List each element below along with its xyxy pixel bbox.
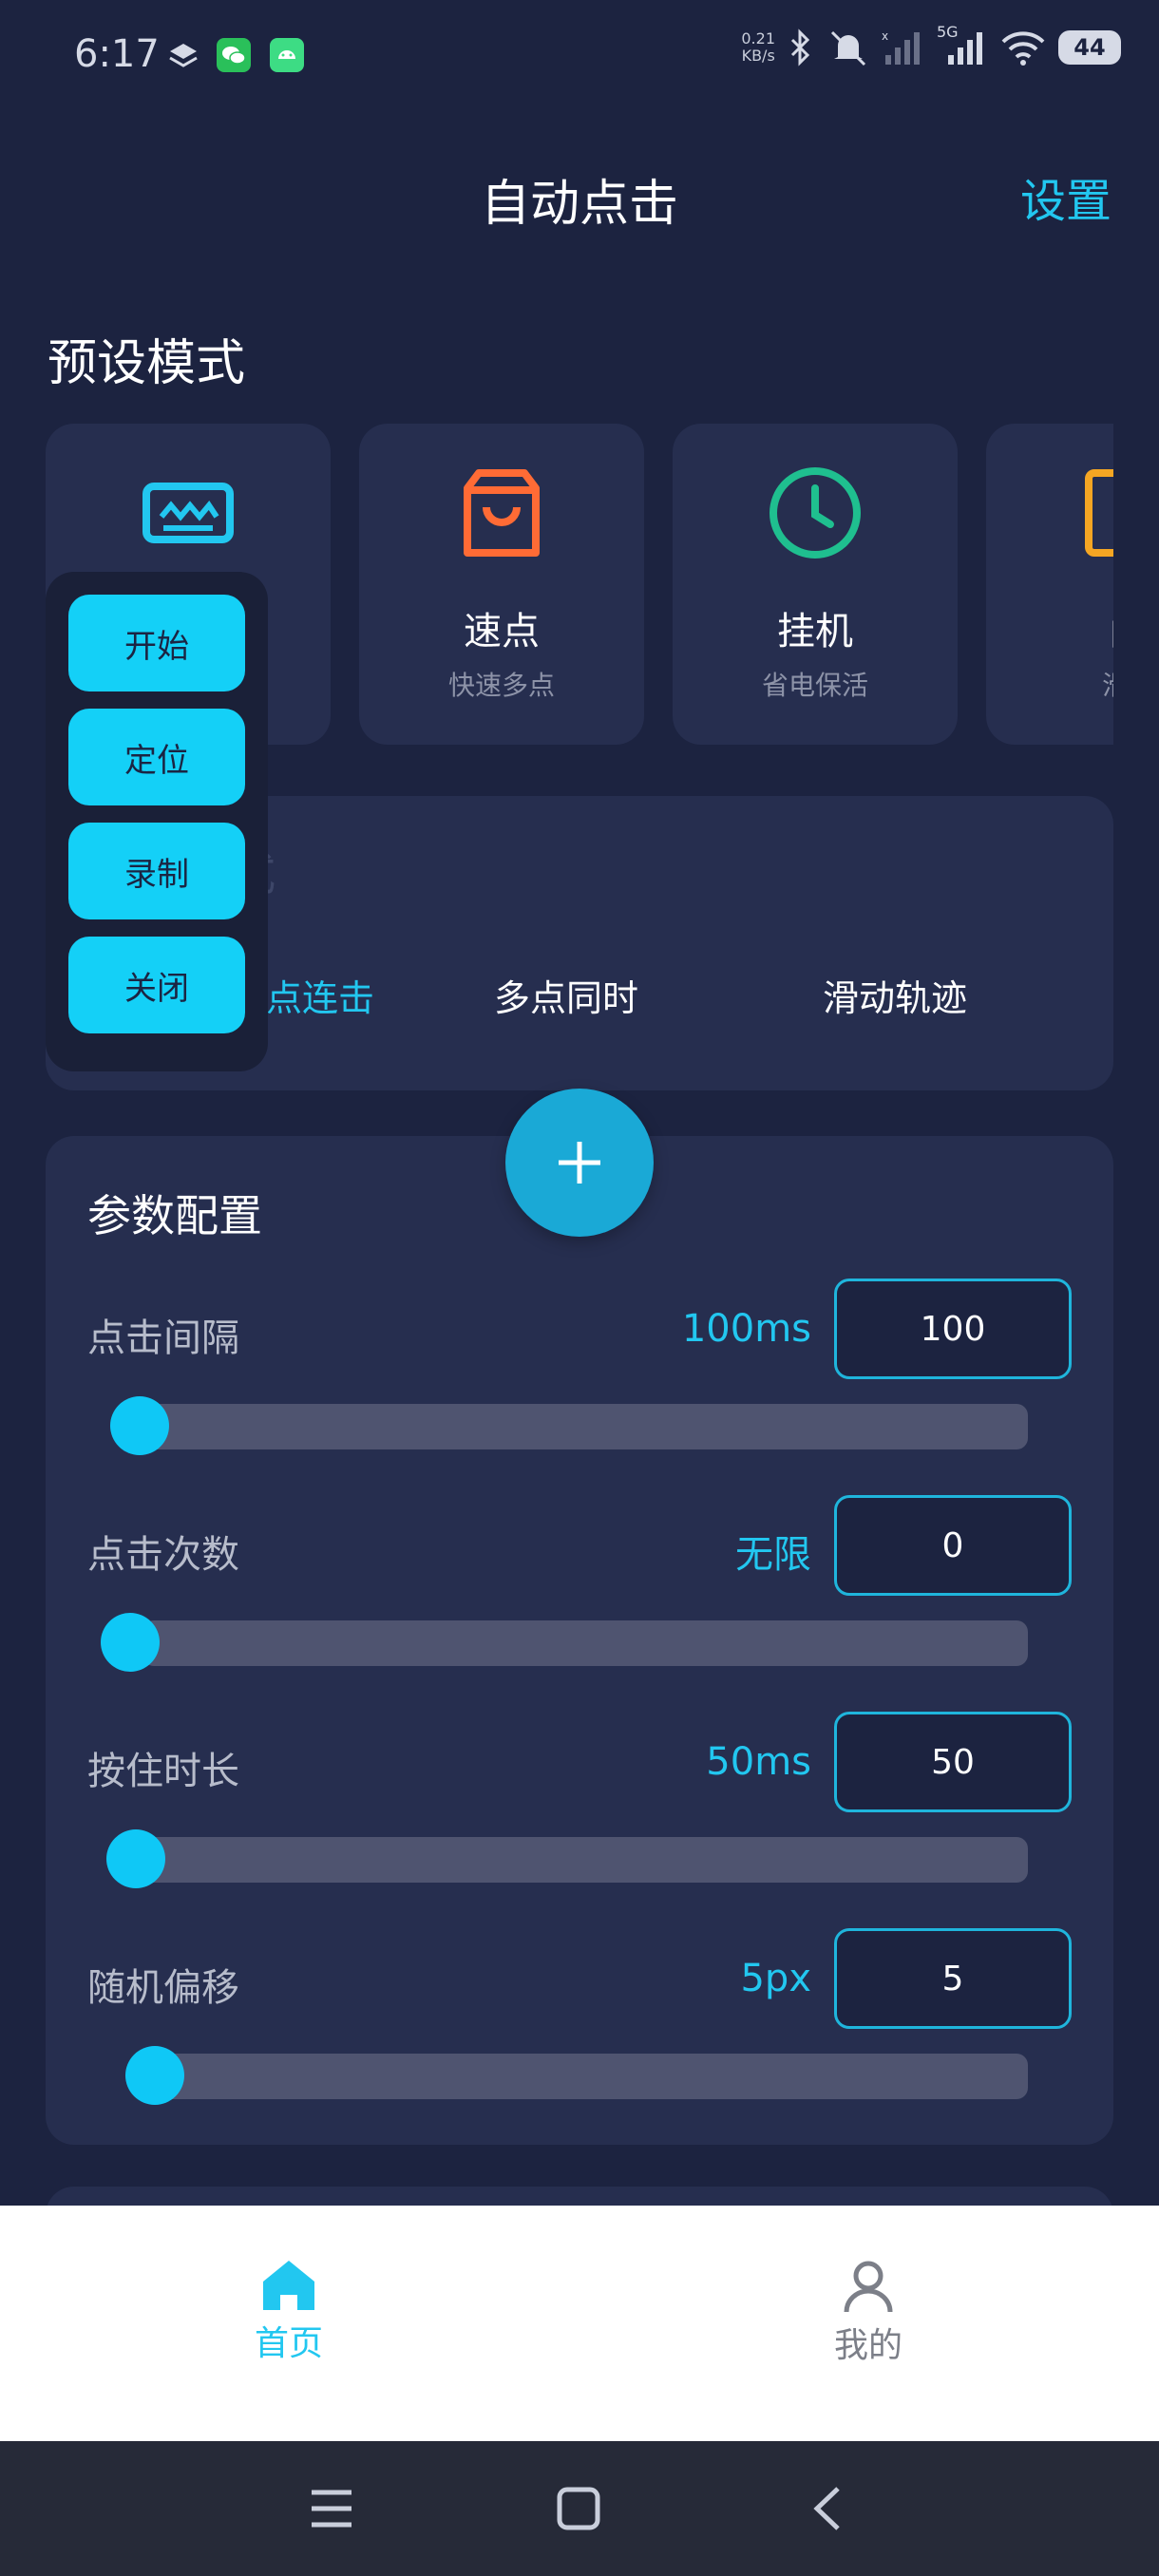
user-icon — [844, 2261, 893, 2313]
param-label-hold: 按住时长 — [87, 1750, 239, 1793]
mute-icon — [830, 30, 866, 66]
no-signal-icon: x — [882, 29, 920, 65]
plus-icon — [559, 1142, 600, 1184]
nav-label-home: 首页 — [254, 2324, 323, 2363]
param-label-offset: 随机偏移 — [87, 1966, 239, 2010]
locate-button[interactable]: 定位 — [68, 709, 245, 805]
clock-icon — [770, 467, 861, 559]
offset-input[interactable] — [834, 1928, 1072, 2029]
floating-control-menu: 开始 定位 录制 关闭 — [46, 572, 268, 1071]
record-button[interactable]: 录制 — [68, 823, 245, 919]
param-value-count: 无限 — [735, 1533, 811, 1577]
offset-slider-thumb[interactable] — [125, 2046, 184, 2105]
layers-icon — [167, 40, 200, 72]
preset-subtitle: 省电保活 — [761, 670, 868, 701]
preset-title: 挂机 — [777, 610, 853, 653]
preset-title: 速点 — [464, 610, 540, 653]
preset-title: 阅 — [986, 600, 1113, 655]
offset-slider-track[interactable] — [142, 2054, 1028, 2099]
home-icon — [263, 2261, 314, 2310]
svg-text:x: x — [882, 29, 888, 43]
preset-subtitle: 滑动 — [986, 665, 1113, 703]
tab-single-combo[interactable]: 点连击 — [266, 969, 374, 1021]
home-nav-icon[interactable] — [557, 2487, 600, 2530]
settings-button[interactable]: 设置 — [1020, 163, 1112, 230]
bottom-nav: 首页 我的 — [0, 2206, 1159, 2441]
close-button[interactable]: 关闭 — [68, 937, 245, 1033]
preset-card-idle[interactable]: 挂机 省电保活 — [673, 424, 958, 745]
param-value-interval: 100ms — [681, 1307, 811, 1351]
hold-input[interactable] — [834, 1712, 1072, 1812]
battery-indicator: 44 — [1058, 30, 1121, 65]
status-time: 6:17 — [74, 32, 160, 76]
interval-slider-thumb[interactable] — [110, 1396, 169, 1455]
keyboard-icon — [142, 483, 234, 543]
hold-slider-thumb[interactable] — [106, 1829, 165, 1888]
android-icon — [270, 38, 304, 72]
bluetooth-icon — [790, 28, 810, 66]
wifi-icon — [1001, 31, 1045, 66]
param-value-offset: 5px — [740, 1957, 811, 2000]
page-title: 自动点击 — [480, 176, 678, 233]
preset-card-read[interactable]: 阅 滑动 — [986, 424, 1113, 745]
params-title: 参数配置 — [87, 1190, 262, 1241]
presets-title: 预设模式 — [48, 335, 246, 392]
start-button[interactable]: 开始 — [68, 595, 245, 691]
nav-item-mine[interactable]: 我的 — [788, 2259, 948, 2392]
tab-multi-point[interactable]: 多点同时 — [494, 969, 638, 1021]
net-speed: 0.21 KB/s — [741, 29, 775, 65]
shopping-bag-icon — [464, 469, 540, 557]
interval-slider-track[interactable] — [142, 1404, 1028, 1449]
system-nav-bar — [0, 2441, 1159, 2576]
nav-label-mine: 我的 — [833, 2326, 902, 2365]
param-value-hold: 50ms — [706, 1740, 811, 1784]
preset-card-fast[interactable]: 速点 快速多点 — [359, 424, 644, 745]
status-indicators: 0.21 KB/s x 5G 44 — [741, 23, 1121, 66]
nav-item-home[interactable]: 首页 — [209, 2259, 369, 2392]
add-button[interactable] — [505, 1089, 654, 1237]
preset-subtitle: 快速多点 — [447, 670, 555, 701]
back-icon[interactable] — [809, 2485, 844, 2532]
count-input[interactable] — [834, 1495, 1072, 1596]
count-slider-thumb[interactable] — [101, 1613, 160, 1672]
bookmark-icon — [1085, 469, 1113, 557]
hold-slider-track[interactable] — [142, 1837, 1028, 1883]
param-label-count: 点击次数 — [87, 1533, 239, 1577]
signal-5g: 5G — [937, 23, 988, 66]
param-label-interval: 点击间隔 — [87, 1316, 239, 1360]
wechat-icon — [217, 38, 251, 72]
menu-icon[interactable] — [310, 2489, 353, 2529]
interval-input[interactable] — [834, 1279, 1072, 1379]
tab-swipe-path[interactable]: 滑动轨迹 — [823, 969, 967, 1021]
count-slider-track[interactable] — [142, 1620, 1028, 1666]
